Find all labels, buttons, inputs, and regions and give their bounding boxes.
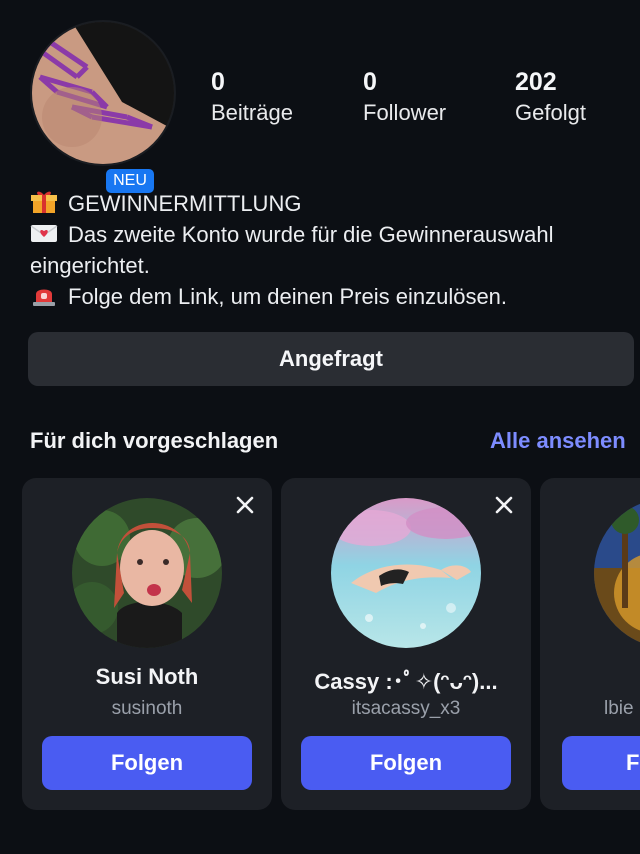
close-icon[interactable] — [493, 494, 515, 516]
bio-line-4: Folge dem Link, um deinen Preis einzulös… — [30, 281, 630, 312]
suggestion-name[interactable]: Susi Noth — [22, 664, 272, 690]
follow-button[interactable]: Folgen — [301, 736, 511, 790]
stat-followers[interactable]: 0 Follower — [363, 68, 446, 128]
stat-followers-label: Follower — [363, 100, 447, 125]
suggestion-handle: susinoth — [111, 698, 183, 719]
suggestion-handle: itsacassy_x3 — [351, 698, 461, 719]
love-letter-icon — [30, 225, 58, 242]
suggestion-avatar[interactable] — [72, 498, 222, 648]
stat-following[interactable]: 202 Gefolgt — [515, 68, 586, 128]
profile-avatar[interactable] — [30, 20, 176, 166]
bio-text-1: GEWINNERMITTLUNG — [68, 191, 302, 216]
stat-following-value: 202 — [515, 68, 557, 96]
see-all-link[interactable]: Alle ansehen — [490, 428, 626, 454]
suggestions-title: Für dich vorgeschlagen — [30, 428, 279, 453]
stat-posts-value: 0 — [211, 68, 225, 96]
close-icon[interactable] — [234, 494, 256, 516]
requested-button[interactable]: Angefragt — [28, 332, 634, 386]
bio-line-1: GEWINNERMITTLUNG — [30, 188, 630, 219]
stat-followers-value: 0 — [363, 68, 377, 96]
suggestion-card[interactable]: lbie F — [540, 478, 640, 810]
stat-following-label: Gefolgt — [515, 100, 586, 125]
follow-button[interactable]: Folgen — [42, 736, 252, 790]
suggestion-name[interactable]: Cassy :･ﾟ✧(ᵔᴗᵔ)... — [281, 664, 531, 696]
gift-icon — [31, 191, 57, 213]
suggestion-avatar[interactable] — [594, 498, 640, 648]
suggestion-card[interactable]: Susi Noth susinoth Folgen — [22, 478, 272, 810]
bio-text-4: Folge dem Link, um deinen Preis einzulös… — [68, 284, 508, 309]
bio-line-3: eingerichtet. — [30, 253, 150, 278]
suggestion-avatar[interactable] — [331, 498, 481, 648]
bio-line-2: Das zweite Konto wurde für die Gewinnera… — [30, 219, 630, 250]
profile-bio: GEWINNERMITTLUNG Das zweite Konto wurde … — [30, 188, 630, 312]
stat-posts[interactable]: 0 Beiträge — [211, 68, 293, 128]
stat-posts-label: Beiträge — [211, 100, 293, 125]
suggestion-handle: lbie — [604, 698, 634, 719]
follow-button[interactable]: F — [562, 736, 640, 790]
suggestion-card[interactable]: Cassy :･ﾟ✧(ᵔᴗᵔ)... itsacassy_x3 Folgen — [281, 478, 531, 810]
profile-avatar-container[interactable]: NEU — [30, 20, 176, 196]
siren-icon — [33, 289, 55, 306]
bio-text-2: Das zweite Konto wurde für die Gewinnera… — [68, 222, 554, 247]
